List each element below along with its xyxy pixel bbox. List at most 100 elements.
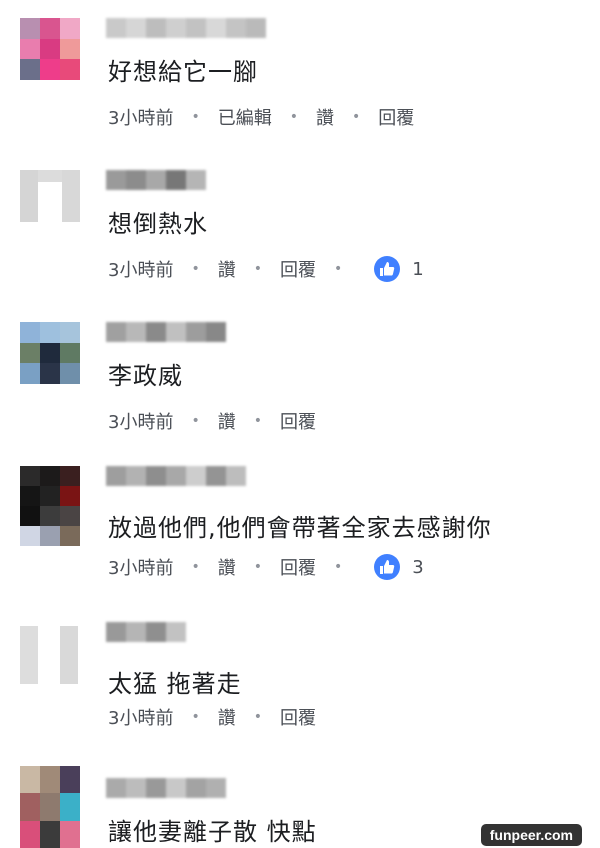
separator-dot: • (191, 413, 200, 429)
avatar-pixel (20, 486, 40, 506)
avatar-pixel (20, 38, 40, 60)
avatar-pixel (60, 526, 80, 546)
reply-button[interactable]: 回覆 (378, 104, 414, 130)
reaction-count[interactable]: 3 (412, 557, 423, 578)
name-pixel (226, 466, 246, 486)
avatar-pixel (60, 363, 80, 384)
name-pixel (106, 778, 126, 798)
edited-label[interactable]: 已編輯 (218, 104, 272, 130)
name-pixel (146, 778, 166, 798)
avatar-pixel (40, 486, 60, 506)
avatar[interactable] (20, 18, 80, 80)
name-pixel (186, 778, 206, 798)
timestamp[interactable]: 3小時前 (108, 256, 173, 282)
avatar-pixel (40, 59, 60, 80)
avatar-pixel (40, 466, 60, 486)
commenter-name[interactable] (106, 778, 226, 800)
thumbs-up-icon[interactable] (374, 256, 401, 282)
reaction-count[interactable]: 1 (412, 259, 423, 280)
name-pixel (166, 622, 186, 642)
avatar-pixel (40, 820, 60, 848)
avatar-pixel (40, 793, 60, 821)
name-pixel (246, 18, 266, 38)
name-pixel (106, 322, 126, 342)
avatar-pixel (20, 506, 40, 526)
comment-text: 太猛 拖著走 (108, 670, 242, 698)
commenter-name[interactable] (106, 622, 186, 644)
name-pixel (106, 170, 126, 190)
avatar[interactable] (20, 322, 80, 384)
timestamp[interactable]: 3小時前 (108, 408, 173, 434)
name-pixel (166, 170, 186, 190)
name-pixel (206, 466, 226, 486)
name-pixel (166, 322, 186, 342)
like-button[interactable]: 讚 (218, 256, 236, 282)
commenter-name[interactable] (106, 18, 266, 40)
avatar-pixel (60, 322, 80, 343)
comment-actions: 3小時前 • 讚 • 回覆 • 1 (108, 256, 424, 282)
avatar-pixel (60, 38, 80, 60)
reply-button[interactable]: 回覆 (280, 256, 316, 282)
name-pixel (126, 778, 146, 798)
avatar-pixel (40, 38, 60, 60)
separator-dot: • (191, 109, 200, 125)
name-pixel (206, 778, 226, 798)
separator-dot: • (333, 261, 343, 277)
avatar-pixel (60, 18, 80, 39)
avatar[interactable] (20, 466, 80, 546)
name-pixel (106, 18, 126, 38)
timestamp[interactable]: 3小時前 (108, 704, 173, 730)
comment-actions: 3小時前 • 讚 • 回覆 • 3 (108, 554, 424, 580)
avatar[interactable] (20, 170, 80, 232)
avatar-pixel (40, 322, 60, 343)
avatar[interactable] (20, 622, 80, 684)
name-pixel (186, 170, 206, 190)
avatar-pixel (20, 322, 40, 343)
comment-actions: 3小時前 • 讚 • 回覆 (108, 408, 316, 434)
commenter-name[interactable] (106, 170, 206, 192)
reply-button[interactable]: 回覆 (280, 408, 316, 434)
avatar-pixel (60, 59, 80, 80)
separator-dot: • (253, 709, 262, 725)
commenter-name[interactable] (106, 466, 246, 488)
avatar-pixel (40, 363, 60, 384)
avatar-pixel (20, 59, 40, 80)
separator-dot: • (191, 559, 200, 575)
like-button[interactable]: 讚 (218, 704, 236, 730)
avatar-pixel (20, 342, 40, 364)
comment-text: 讓他妻離子散 快點 (108, 818, 317, 846)
avatar-pixel (20, 793, 40, 821)
separator-dot: • (333, 559, 343, 575)
name-pixel (166, 466, 186, 486)
commenter-name[interactable] (106, 322, 226, 344)
reply-button[interactable]: 回覆 (280, 554, 316, 580)
comment-text: 放過他們,他們會帶著全家去感謝你 (108, 514, 492, 542)
avatar-pixel (60, 466, 80, 486)
thumbs-up-icon[interactable] (374, 554, 401, 580)
avatar-pixel (40, 766, 60, 794)
name-pixel (186, 466, 206, 486)
avatar[interactable] (20, 766, 80, 848)
comment-actions: 3小時前 • 讚 • 回覆 (108, 704, 316, 730)
avatar-pixel (20, 363, 40, 384)
name-pixel (126, 622, 146, 642)
like-button[interactable]: 讚 (218, 408, 236, 434)
avatar-pixel (60, 766, 80, 794)
avatar-pixel (40, 18, 60, 39)
avatar-pixel (40, 342, 60, 364)
separator-dot: • (253, 413, 262, 429)
name-pixel (166, 18, 186, 38)
avatar-pixel (60, 506, 80, 526)
reply-button[interactable]: 回覆 (280, 704, 316, 730)
timestamp[interactable]: 3小時前 (108, 104, 173, 130)
name-pixel (186, 18, 206, 38)
comment-actions: 3小時前 • 已編輯 • 讚 • 回覆 (108, 104, 414, 130)
like-button[interactable]: 讚 (218, 554, 236, 580)
avatar-pixel (20, 526, 40, 546)
comment-text: 想倒熱水 (108, 210, 208, 238)
like-button[interactable]: 讚 (316, 104, 334, 130)
timestamp[interactable]: 3小時前 (108, 554, 173, 580)
avatar-pixel (60, 486, 80, 506)
avatar-pixel (20, 18, 40, 39)
name-pixel (206, 18, 226, 38)
